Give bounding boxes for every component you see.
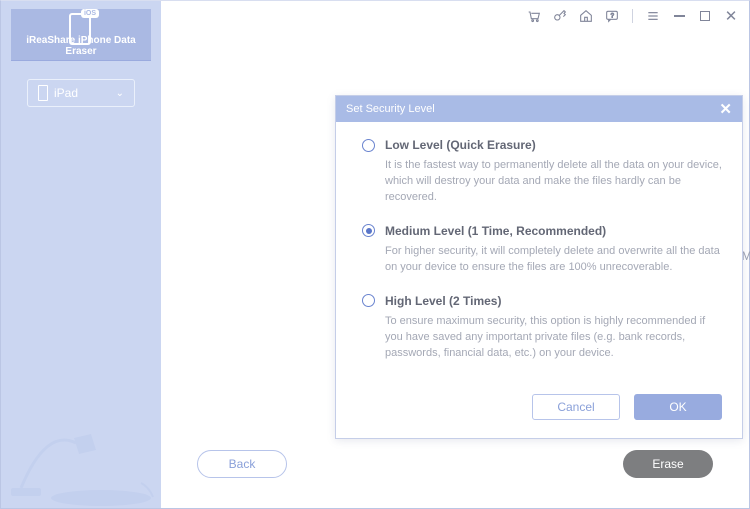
option-medium-level-radio-row[interactable]: Medium Level (1 Time, Recommended): [362, 224, 722, 238]
menu-icon[interactable]: [645, 8, 661, 24]
modal-actions: Cancel OK: [336, 388, 742, 438]
security-level-modal: Set Security Level ✕ Low Level (Quick Er…: [335, 95, 743, 439]
back-button[interactable]: Back: [197, 450, 287, 478]
app-window: iReaShare iPhone Data Eraser iPad ⌄: [0, 0, 750, 509]
decorative-lamp: [1, 388, 161, 508]
radio-icon: [362, 294, 375, 307]
cart-icon[interactable]: [526, 8, 542, 24]
radio-icon: [362, 224, 375, 237]
sidebar: iReaShare iPhone Data Eraser iPad ⌄: [1, 1, 161, 508]
option-desc: To ensure maximum security, this option …: [362, 314, 722, 362]
window-close-button[interactable]: ✕: [723, 8, 739, 24]
svg-text:?: ?: [611, 13, 615, 19]
option-high-level: High Level (2 Times) To ensure maximum s…: [362, 294, 722, 362]
erase-button[interactable]: Erase: [623, 450, 713, 478]
option-title: Low Level (Quick Erasure): [385, 138, 536, 152]
tablet-icon: [38, 85, 48, 101]
toolbar-divider: [632, 9, 633, 23]
modal-header: Set Security Level ✕: [336, 96, 742, 122]
modal-title: Set Security Level: [346, 103, 435, 115]
minimize-button[interactable]: [671, 8, 687, 24]
option-title: High Level (2 Times): [385, 294, 501, 308]
radio-icon: [362, 139, 375, 152]
window-toolbar: ? ✕: [161, 1, 749, 31]
brand-title: iReaShare iPhone Data Eraser: [11, 35, 151, 57]
brand-logo: iReaShare iPhone Data Eraser: [11, 9, 151, 61]
cancel-button[interactable]: Cancel: [532, 394, 620, 420]
maximize-button[interactable]: [697, 8, 713, 24]
modal-close-button[interactable]: ✕: [719, 100, 732, 118]
feedback-icon[interactable]: ?: [604, 8, 620, 24]
main-panel: ? ✕ ce. ng Music, Navigation, etc. Back …: [161, 1, 749, 508]
chevron-down-icon: ⌄: [116, 88, 124, 99]
device-label: iPad: [54, 86, 78, 100]
option-title: Medium Level (1 Time, Recommended): [385, 224, 606, 238]
bottom-bar: Back Erase: [161, 450, 749, 478]
home-icon[interactable]: [578, 8, 594, 24]
device-selector[interactable]: iPad ⌄: [27, 79, 135, 107]
option-low-level-radio-row[interactable]: Low Level (Quick Erasure): [362, 138, 722, 152]
key-icon[interactable]: [552, 8, 568, 24]
option-desc: For higher security, it will completely …: [362, 244, 722, 276]
ok-button[interactable]: OK: [634, 394, 722, 420]
option-desc: It is the fastest way to permanently del…: [362, 158, 722, 206]
option-high-level-radio-row[interactable]: High Level (2 Times): [362, 294, 722, 308]
option-low-level: Low Level (Quick Erasure) It is the fast…: [362, 138, 722, 206]
option-medium-level: Medium Level (1 Time, Recommended) For h…: [362, 224, 722, 276]
modal-body: Low Level (Quick Erasure) It is the fast…: [336, 122, 742, 388]
